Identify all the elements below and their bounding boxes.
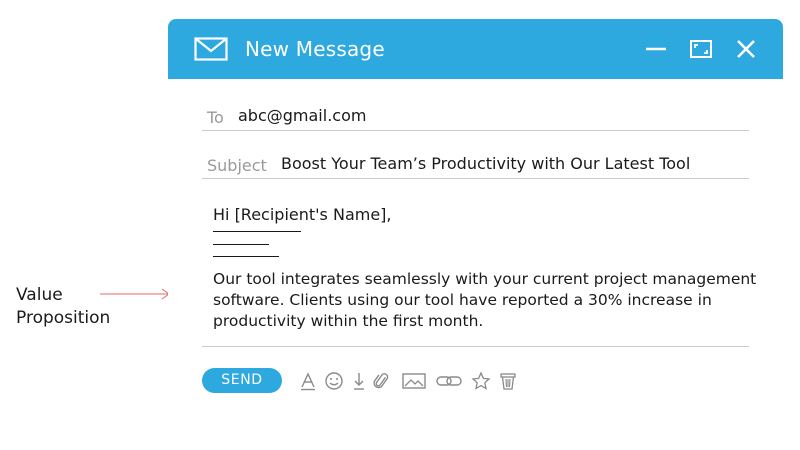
trash-icon[interactable] <box>498 371 518 391</box>
compose-toolbar: SEND <box>202 368 562 394</box>
send-button[interactable]: SEND <box>202 368 282 393</box>
emoji-icon[interactable] <box>324 371 344 391</box>
annotation-line-1: Value <box>16 285 63 305</box>
annotation-label: Value Proposition <box>16 284 110 330</box>
subject-field[interactable]: Subject Boost Your Team’s Productivity w… <box>202 146 749 179</box>
to-field[interactable]: To abc@gmail.com <box>202 98 749 131</box>
title-bar: New Message <box>168 19 783 79</box>
subject-label: Subject <box>207 156 267 175</box>
mail-icon <box>194 37 228 61</box>
value-proposition-paragraph: Our tool integrates seamlessly with your… <box>213 270 757 330</box>
close-icon[interactable] <box>734 37 758 61</box>
to-label: To <box>207 108 224 127</box>
star-icon[interactable] <box>471 371 491 391</box>
download-icon[interactable] <box>349 371 369 391</box>
window-title: New Message <box>245 37 385 61</box>
placeholder-line <box>213 231 301 232</box>
greeting-text: Hi [Recipient's Name], <box>213 205 392 224</box>
body-divider <box>202 346 749 347</box>
link-icon[interactable] <box>436 371 462 391</box>
subject-value[interactable]: Boost Your Team’s Productivity with Our … <box>281 154 690 173</box>
maximize-icon[interactable] <box>689 37 713 61</box>
font-icon[interactable] <box>298 371 318 391</box>
annotation-arrow-icon <box>100 288 170 300</box>
placeholder-line <box>213 256 279 257</box>
compose-window: New Message To abc@gmail.com Subject Boo… <box>168 19 783 439</box>
attachment-icon[interactable] <box>372 371 392 391</box>
minimize-icon[interactable] <box>644 37 668 61</box>
annotation-line-2: Proposition <box>16 308 111 328</box>
image-icon[interactable] <box>402 371 426 391</box>
to-value[interactable]: abc@gmail.com <box>238 106 366 125</box>
placeholder-line <box>213 244 269 245</box>
